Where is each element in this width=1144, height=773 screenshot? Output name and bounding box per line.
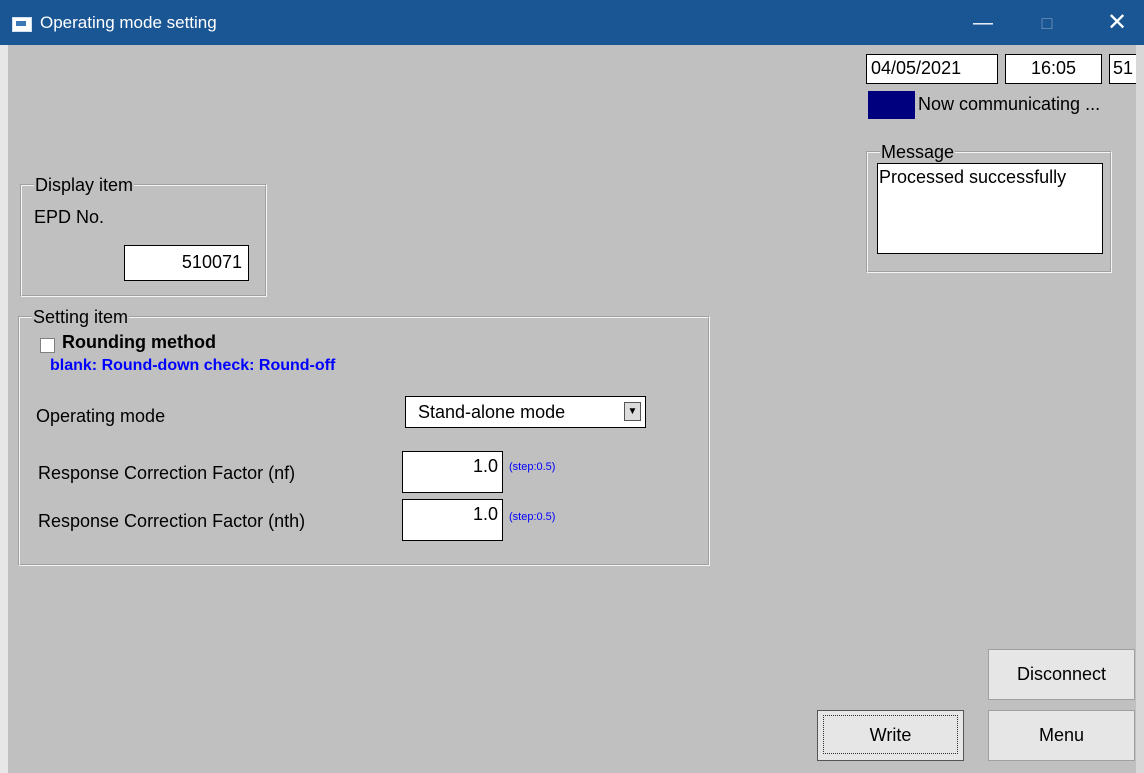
code-display: 51 — [1109, 54, 1136, 84]
communication-indicator — [868, 91, 915, 119]
app-icon — [12, 17, 32, 32]
setting-item-legend: Setting item — [33, 307, 129, 327]
write-button-label: Write — [823, 715, 958, 754]
window-title: Operating mode setting — [40, 13, 217, 32]
maximize-button: □ — [1041, 13, 1053, 33]
operating-mode-select[interactable]: Stand-alone mode ▼ — [405, 396, 646, 428]
title-bar: Operating mode setting — □ ✕ — [0, 0, 1144, 45]
disconnect-button[interactable]: Disconnect — [988, 649, 1135, 700]
message-legend: Message — [881, 142, 955, 162]
epd-number-field: 510071 — [124, 245, 249, 281]
communication-status: Now communicating ... — [918, 94, 1101, 114]
date-display: 04/05/2021 — [866, 54, 998, 84]
rounding-method-label[interactable]: Rounding method — [62, 332, 216, 353]
close-button[interactable]: ✕ — [1092, 6, 1142, 40]
rcf-nf-input[interactable]: 1.0 — [402, 451, 503, 493]
minimize-button[interactable]: — — [958, 6, 1008, 40]
dropdown-arrow-icon[interactable]: ▼ — [624, 402, 641, 421]
rcf-nth-label: Response Correction Factor (nth) — [38, 511, 306, 531]
window-border-left — [0, 45, 8, 773]
rounding-method-hint: blank: Round-down check: Round-off — [50, 357, 336, 374]
rcf-nf-step: (step:0.5) — [509, 461, 556, 473]
display-item-legend: Display item — [35, 175, 134, 195]
menu-button[interactable]: Menu — [988, 710, 1135, 761]
message-box: Processed successfully — [877, 163, 1103, 254]
operating-mode-label: Operating mode — [36, 406, 166, 426]
rcf-nf-label: Response Correction Factor (nf) — [38, 463, 296, 483]
rounding-method-checkbox[interactable] — [40, 338, 55, 353]
operating-mode-value: Stand-alone mode — [418, 402, 566, 422]
epd-label: EPD No. — [34, 207, 105, 227]
rcf-nth-step: (step:0.5) — [509, 511, 556, 523]
window-border-right — [1136, 45, 1144, 773]
time-display: 16:05 — [1005, 54, 1102, 84]
rcf-nth-input[interactable]: 1.0 — [402, 499, 503, 541]
write-button[interactable]: Write — [817, 710, 964, 761]
